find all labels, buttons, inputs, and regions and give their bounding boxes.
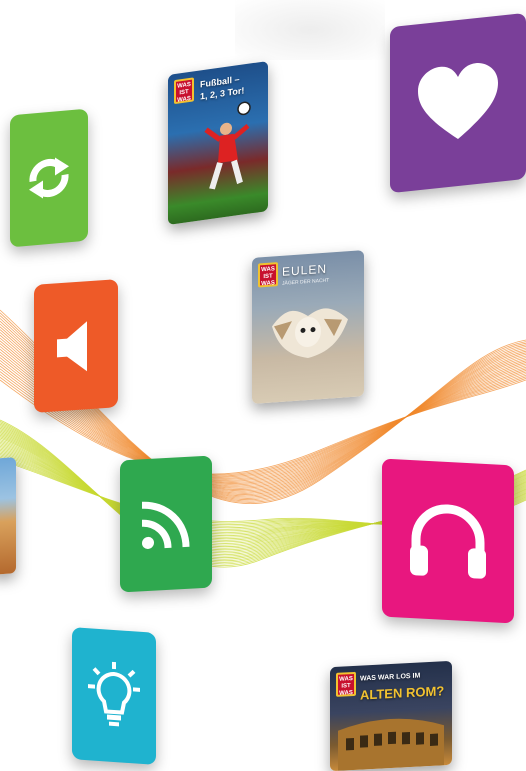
headphones-tile[interactable]: [382, 459, 514, 624]
cover-desert[interactable]: [0, 457, 16, 575]
speaker-icon: [51, 314, 101, 377]
cover-rom[interactable]: WAS IST WAS WAS WAR LOS IM ALTEN ROM?: [330, 661, 452, 771]
owl-illustration: [252, 250, 364, 404]
headphones-icon: [406, 499, 490, 583]
heart-icon: [416, 59, 500, 148]
player-illustration: [168, 61, 268, 225]
colosseum-illustration: [330, 661, 452, 771]
cover-fussball[interactable]: WAS IST WAS Fußball – 1, 2, 3 Tor!: [168, 61, 268, 225]
lightbulb-icon: [82, 658, 146, 734]
rss-tile[interactable]: [120, 456, 212, 593]
sync-tile[interactable]: [10, 109, 88, 248]
background-glow: [235, 0, 385, 60]
favorite-tile[interactable]: [390, 13, 526, 193]
speaker-tile[interactable]: [34, 279, 118, 413]
rss-icon: [138, 495, 194, 554]
refresh-icon: [21, 148, 77, 209]
idea-tile[interactable]: [72, 627, 156, 765]
cover-eulen[interactable]: WAS IST WAS EULEN JÄGER DER NACHT: [252, 250, 364, 404]
